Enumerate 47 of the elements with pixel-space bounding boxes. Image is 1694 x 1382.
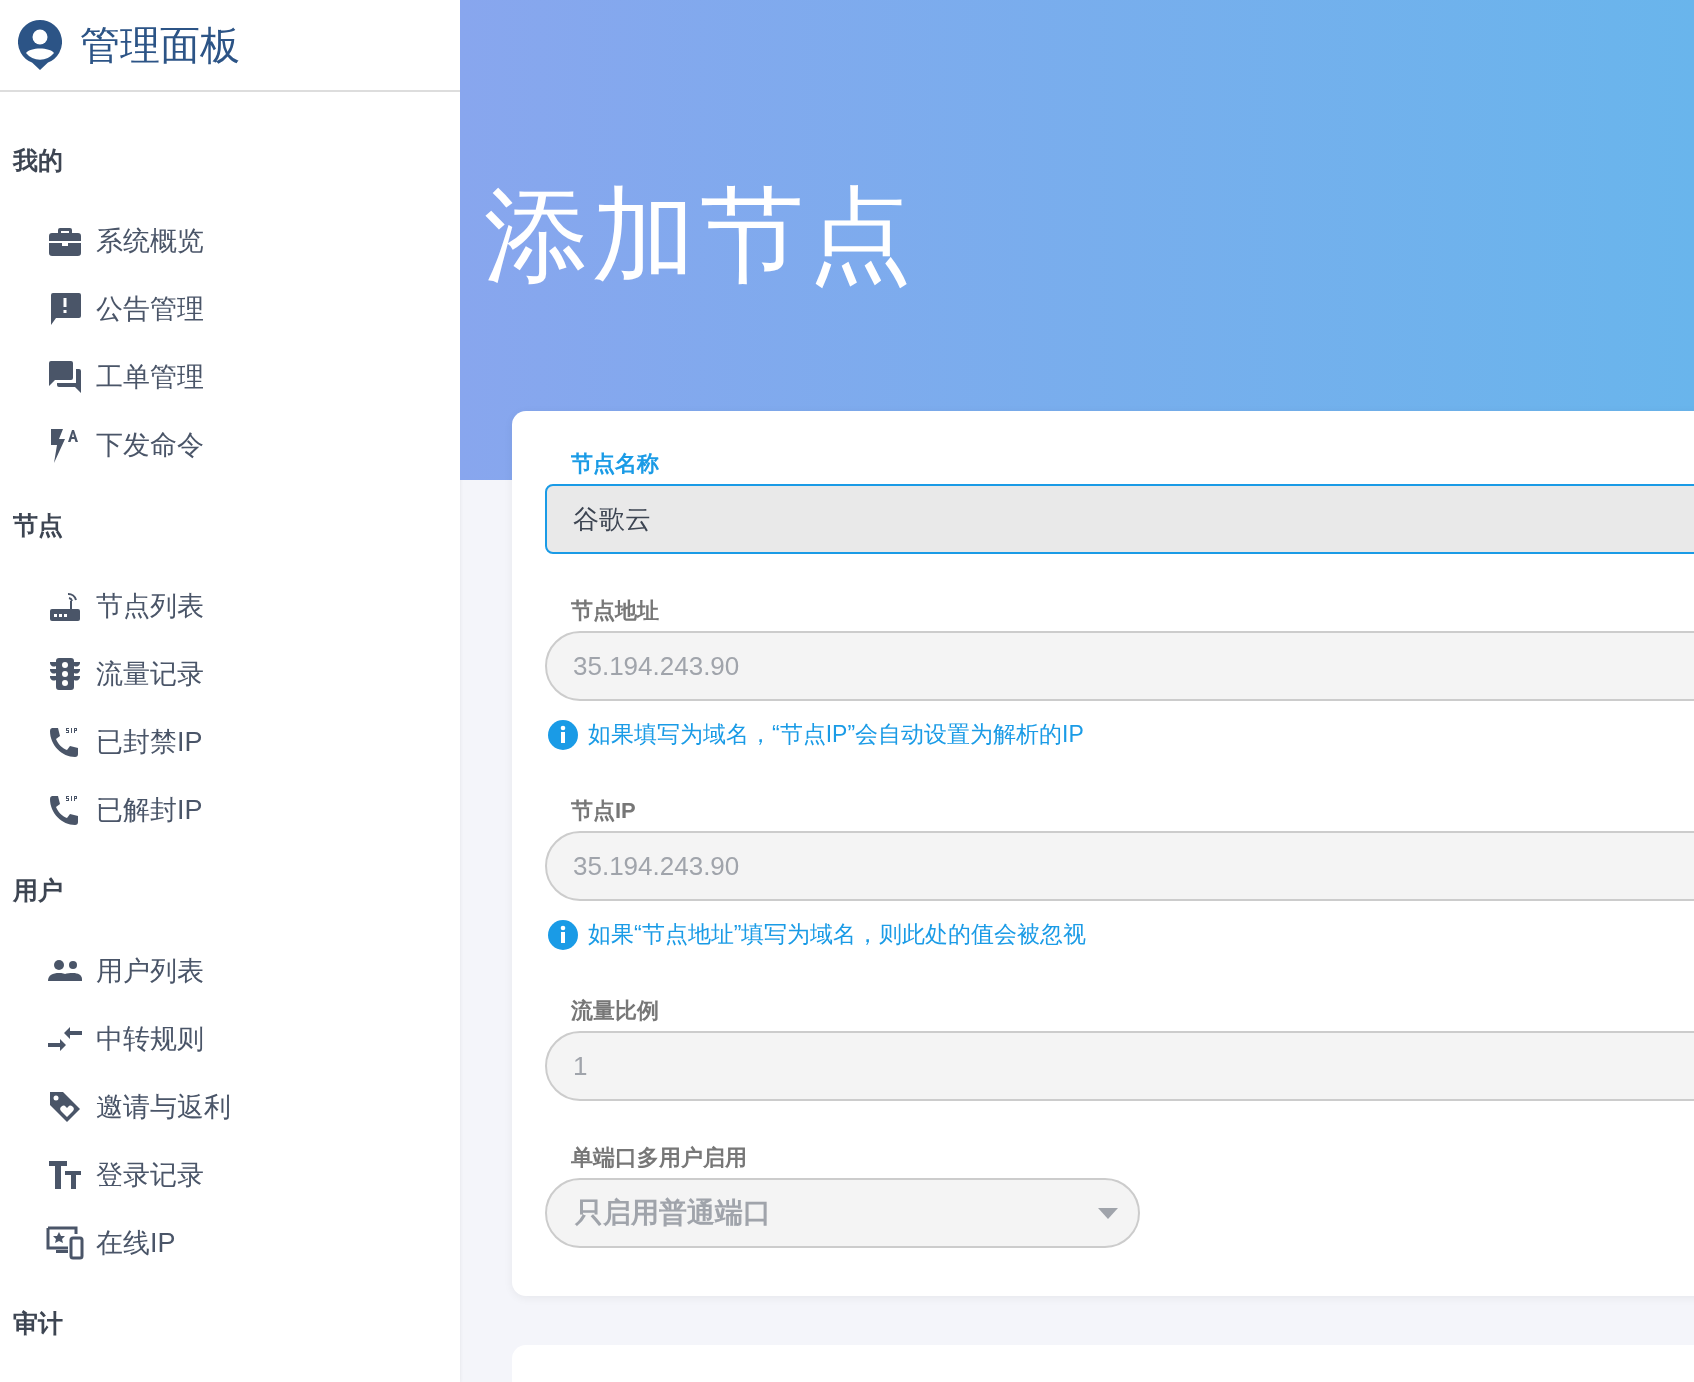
briefcase-icon [49, 226, 81, 256]
field-label: 节点IP [571, 797, 636, 825]
sidebar-item[interactable]: 系统概览 [0, 207, 204, 275]
sidebar-item[interactable]: 已封禁IP [0, 708, 203, 776]
flash-icon [49, 427, 81, 463]
phone-icon [49, 794, 81, 826]
sidebar-item[interactable]: 邀请与返利 [0, 1073, 231, 1141]
chat-icon [49, 361, 81, 393]
sidebar-section-title: 用户 [12, 875, 64, 906]
sidebar-item[interactable]: 在线IP [0, 1209, 176, 1277]
swap-arrows-icon [48, 1026, 82, 1052]
field-label: 流量比例 [571, 997, 659, 1025]
devices-icon [46, 1226, 84, 1260]
sidebar-item[interactable]: 登录记录 [0, 1141, 204, 1209]
info-icon [548, 919, 578, 950]
sidebar-item[interactable]: 节点列表 [0, 572, 204, 640]
router-icon [50, 591, 80, 621]
sidebar-item[interactable]: 中转规则 [0, 1005, 204, 1073]
hint-text: 如果“节点地址”填写为域名，则此处的值会被忽视 [588, 920, 1087, 949]
text-input-field[interactable]: 35.194.243.90 [545, 831, 1694, 901]
sidebar-section-title: 审计 [12, 1308, 64, 1339]
people-icon [48, 959, 82, 983]
hint-text: 如果填写为域名，“节点IP”会自动设置为解析的IP [588, 720, 1084, 749]
sidebar-section-title: 节点 [12, 510, 64, 541]
phone-icon [49, 726, 81, 758]
user-pin-icon [18, 20, 62, 70]
text-input-field[interactable]: 1 [545, 1031, 1694, 1101]
sidebar-item[interactable]: 工单管理 [0, 343, 204, 411]
alert-message-icon [49, 293, 81, 325]
page-title: 添加节点 [484, 183, 916, 287]
field-label: 节点地址 [571, 597, 659, 625]
text-size-icon [49, 1161, 81, 1189]
sidebar-section-title: 我的 [11, 145, 64, 176]
tag-heart-icon [48, 1090, 82, 1124]
text-input-field[interactable]: 谷歌云 [545, 484, 1694, 554]
traffic-light-icon [50, 658, 80, 690]
sidebar-item[interactable]: 公告管理 [0, 275, 204, 343]
sidebar-item[interactable]: 已解封IP [0, 776, 203, 844]
field-label: 单端口多用户启用 [571, 1144, 747, 1172]
caret-icon [1098, 1207, 1118, 1219]
field-label: 节点名称 [571, 450, 659, 478]
text-input-field[interactable]: 35.194.243.90 [545, 631, 1694, 701]
sidebar-item[interactable]: 流量记录 [0, 640, 204, 708]
app-title: 管理面板 [80, 21, 240, 69]
info-icon [548, 719, 578, 750]
sidebar-item[interactable]: 用户列表 [0, 937, 204, 1005]
sidebar-item[interactable]: 下发命令 [0, 411, 204, 479]
